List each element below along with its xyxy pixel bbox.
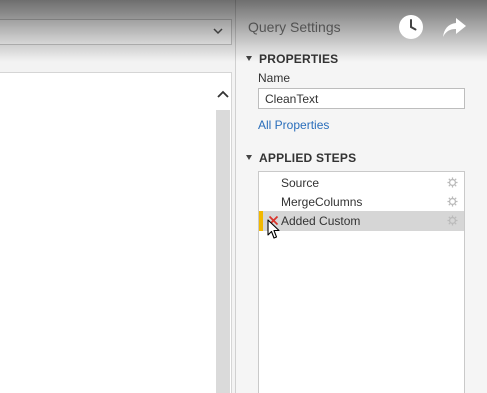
applied-steps-section-header[interactable]: APPLIED STEPS xyxy=(246,151,356,165)
selected-step-marker xyxy=(259,211,263,231)
properties-section-header[interactable]: PROPERTIES xyxy=(246,52,338,66)
step-label: MergeColumns xyxy=(281,195,363,209)
query-name-input[interactable] xyxy=(258,88,465,109)
name-label: Name xyxy=(258,71,291,85)
chevron-up-icon[interactable] xyxy=(214,86,232,104)
panel-title: Query Settings xyxy=(248,19,341,35)
mouse-cursor-icon xyxy=(267,219,280,239)
all-properties-link[interactable]: All Properties xyxy=(258,118,329,132)
applied-steps-list: Source MergeColumns Added Custom xyxy=(258,171,465,393)
properties-header-label: PROPERTIES xyxy=(259,52,339,66)
vertical-scrollbar[interactable] xyxy=(216,110,230,393)
gear-icon[interactable] xyxy=(447,196,458,207)
applied-steps-header-label: APPLIED STEPS xyxy=(259,151,357,165)
clock-icon[interactable] xyxy=(397,13,425,41)
step-label: Added Custom xyxy=(281,214,361,228)
share-icon[interactable] xyxy=(440,13,468,41)
gear-icon[interactable] xyxy=(447,215,458,226)
step-added-custom[interactable]: Added Custom xyxy=(259,211,464,231)
step-mergecolumns[interactable]: MergeColumns xyxy=(259,192,464,212)
collapse-triangle-icon[interactable] xyxy=(246,56,252,61)
chevron-down-icon[interactable] xyxy=(211,24,225,38)
formula-bar[interactable] xyxy=(0,19,232,45)
editor-pane[interactable] xyxy=(0,72,232,393)
query-settings-panel: Query Settings PROPERTIES Name All Prope… xyxy=(236,0,487,393)
query-editor-area xyxy=(0,0,235,393)
collapse-triangle-icon[interactable] xyxy=(246,155,252,160)
step-source[interactable]: Source xyxy=(259,173,464,193)
gear-icon[interactable] xyxy=(447,177,458,188)
step-label: Source xyxy=(281,176,320,190)
